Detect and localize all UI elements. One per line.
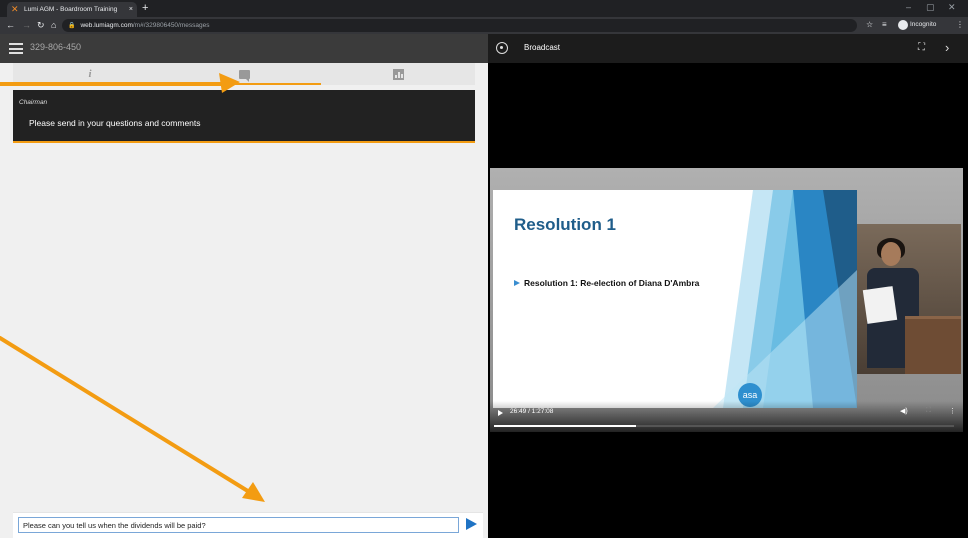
tab-title: Lumi AGM - Boardroom Training: [24, 6, 118, 13]
meeting-id: 329-806-450: [30, 42, 82, 52]
slide-bullet: Resolution 1: Re-election of Diana D'Amb…: [514, 278, 699, 288]
minimize-button[interactable]: –: [906, 2, 911, 12]
collapse-chevron-icon[interactable]: ›: [945, 40, 949, 55]
incognito-label: Incognito: [910, 21, 937, 28]
browser-toolbar: ← → ↻ ⌂ 🔒 web.lumiagm.com /m#/329806450/…: [0, 17, 968, 34]
fullscreen-player-icon[interactable]: ⛶: [926, 407, 931, 415]
tab-info[interactable]: i: [13, 63, 167, 85]
playback-time: 26:49 / 1:27:08: [510, 408, 554, 415]
message-composer: [13, 512, 483, 538]
tab-close-icon[interactable]: ×: [129, 6, 133, 13]
chart-icon: [392, 68, 404, 80]
broadcast-title: Broadcast: [524, 43, 561, 52]
fullscreen-icon[interactable]: ⛶: [918, 42, 925, 53]
more-options-icon[interactable]: ⋮: [949, 407, 956, 415]
playback-progress-bar[interactable]: [494, 425, 954, 427]
reload-icon[interactable]: ↻: [37, 19, 45, 31]
new-tab-button[interactable]: +: [142, 3, 148, 14]
broadcast-header: Broadcast ⛶ ›: [488, 34, 968, 63]
bookmark-star-icon[interactable]: ☆: [866, 19, 873, 31]
message-sender: Chairman: [19, 99, 48, 106]
lumi-favicon-icon: ✕: [11, 4, 19, 14]
app-panel: 329-806-450 i Chairman Please send in yo…: [0, 34, 488, 538]
slide-title: Resolution 1: [514, 215, 617, 234]
info-icon: i: [88, 68, 92, 80]
slide-bullet-text: Resolution 1: Re-election of Diana D'Amb…: [524, 278, 700, 288]
message-text: Please send in your questions and commen…: [29, 118, 201, 128]
hamburger-menu-icon[interactable]: [9, 43, 23, 54]
home-icon[interactable]: ⌂: [51, 19, 56, 31]
broadcast-panel: Broadcast ⛶ › Resolution 1 Resolution 1:…: [488, 34, 968, 538]
chat-icon: [238, 69, 250, 82]
reading-list-icon[interactable]: ≡: [882, 19, 887, 31]
send-icon[interactable]: [466, 518, 477, 530]
browser-tab-strip: ✕ Lumi AGM - Boardroom Training × + – ▢ …: [0, 0, 968, 17]
app-header: 329-806-450: [0, 34, 488, 63]
player-controls: 26:49 / 1:27:08 ◀) ⛶ ⋮: [490, 401, 963, 432]
address-bar[interactable]: 🔒 web.lumiagm.com /m#/329806450/messages: [62, 19, 857, 32]
message-item: Chairman Please send in your questions a…: [13, 90, 475, 143]
play-icon[interactable]: [498, 410, 503, 416]
app-tab-bar: i: [13, 63, 475, 85]
tab-polls[interactable]: [321, 63, 475, 85]
playback-progress-fill: [494, 425, 636, 427]
back-icon[interactable]: ←: [6, 19, 15, 31]
browser-tab[interactable]: ✕ Lumi AGM - Boardroom Training ×: [7, 2, 137, 17]
tab-messages[interactable]: [167, 63, 321, 85]
volume-icon[interactable]: ◀): [900, 407, 908, 415]
close-window-button[interactable]: ✕: [948, 2, 956, 13]
incognito-icon: [898, 20, 908, 30]
url-path: /m#/329806450/messages: [132, 22, 210, 29]
broadcast-icon: [496, 42, 508, 54]
video-player[interactable]: Resolution 1 Resolution 1: Re-election o…: [490, 168, 963, 432]
browser-menu-icon[interactable]: ⋮: [956, 19, 964, 31]
message-list[interactable]: Chairman Please send in your questions a…: [13, 85, 475, 498]
forward-icon[interactable]: →: [22, 19, 31, 31]
speaker-video-inset: [857, 224, 961, 374]
maximize-button[interactable]: ▢: [926, 2, 935, 13]
bullet-arrow-icon: [514, 280, 520, 286]
url-host: web.lumiagm.com: [80, 22, 133, 29]
message-input[interactable]: [18, 517, 459, 533]
podium: [905, 316, 961, 374]
lock-icon: 🔒: [68, 23, 76, 29]
presentation-slide: Resolution 1 Resolution 1: Re-election o…: [493, 190, 857, 408]
screen: ✕ Lumi AGM - Boardroom Training × + – ▢ …: [0, 0, 968, 538]
